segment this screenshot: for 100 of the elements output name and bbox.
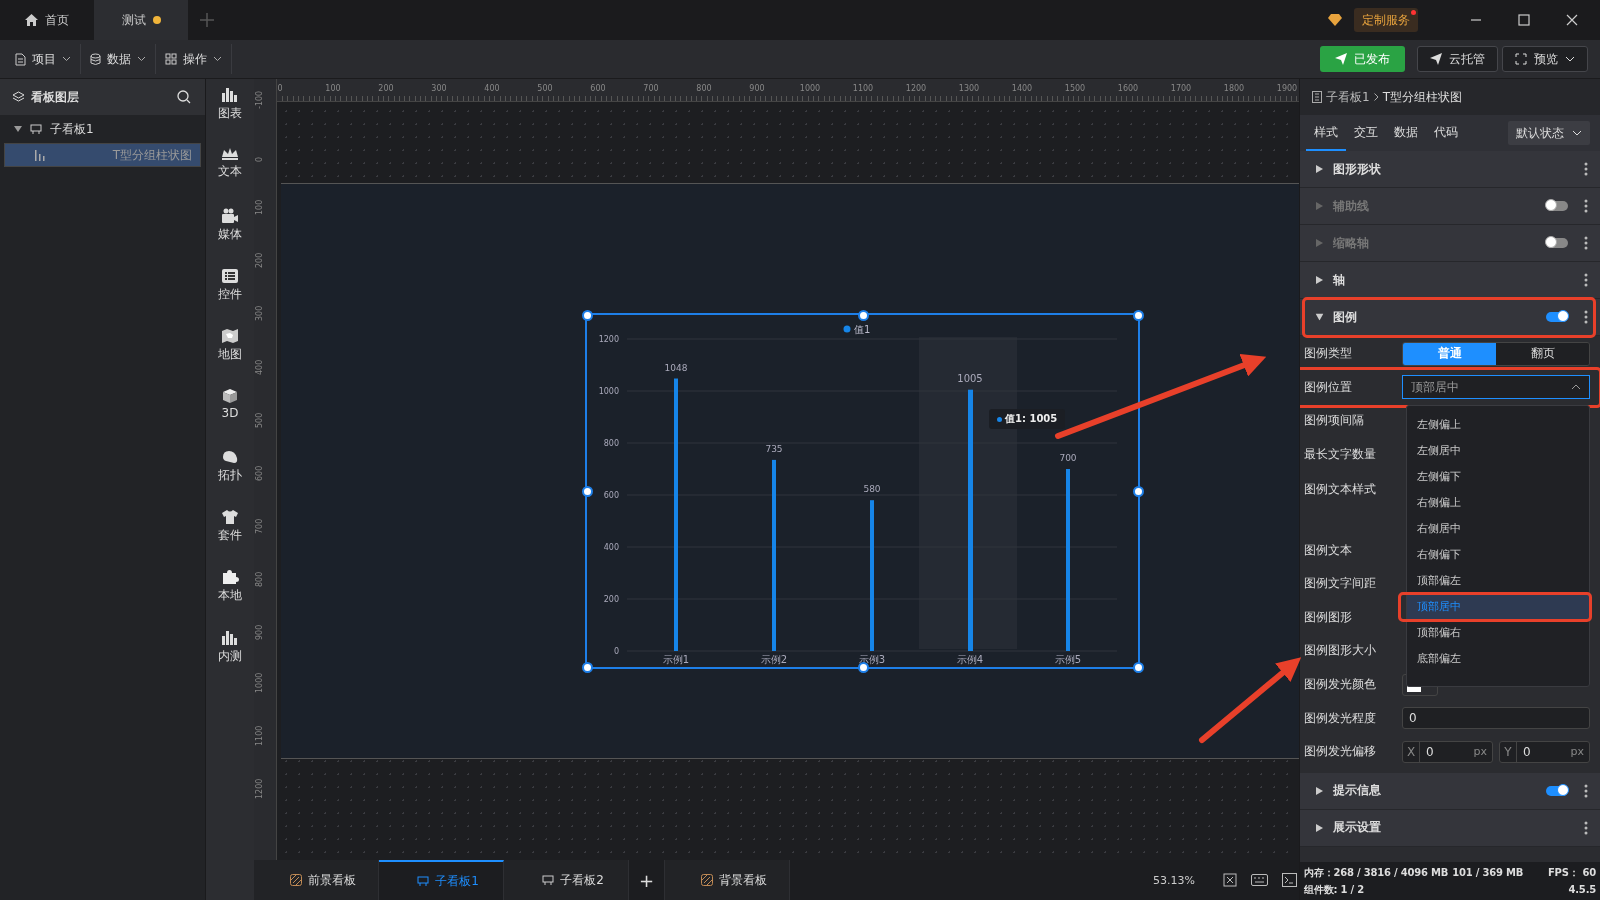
offset-y-field[interactable]: Y 0 px [1499,740,1590,763]
component-button[interactable]: 套件 [218,509,242,570]
resize-handle[interactable] [1133,662,1144,673]
property-label: 最长文字数量 [1304,446,1377,464]
dropdown-option[interactable]: 右侧偏上 [1407,490,1589,516]
component-button[interactable]: 图表 [218,87,242,148]
video-camera-icon [221,207,239,224]
data-label: 700 [1059,453,1077,463]
board-tab[interactable]: 前景看板 [254,860,379,900]
component-button[interactable]: 3D [221,388,239,449]
section-header[interactable]: 展示设置 [1300,809,1600,847]
ruler-label: 800 [255,570,264,587]
resize-handle[interactable] [1133,486,1144,497]
ruler-label: 700 [643,84,659,93]
state-select[interactable]: 默认状态 [1508,121,1590,145]
more-icon[interactable] [1584,273,1588,287]
menu-button[interactable]: 项目 [6,44,81,74]
tab[interactable]: 代码 [1426,115,1466,151]
more-icon[interactable] [1584,820,1588,835]
select-field[interactable]: 顶部居中 [1402,375,1590,400]
more-icon[interactable] [1584,162,1588,176]
section-header[interactable]: 轴 [1300,262,1600,299]
ruler-label: 900 [255,623,264,640]
dropdown-option[interactable]: 右侧偏下 [1407,542,1589,568]
preview-button[interactable]: 预览 [1502,46,1588,72]
send-icon [1430,53,1442,65]
ruler-label: 1200 [255,777,264,800]
more-icon[interactable] [1584,310,1588,324]
resize-handle[interactable] [1133,310,1144,321]
fps-value: 60 [1582,865,1596,880]
series-dot [997,416,1002,422]
component-button[interactable]: 文本 [218,147,242,208]
caret-icon [14,126,22,132]
bar-chart-icon [35,149,47,161]
menu-button[interactable]: 数据 [81,44,156,74]
breadcrumb-item: T型分组柱状图 [1382,88,1462,106]
dropdown-option[interactable]: 左侧居中 [1407,438,1589,464]
resize-handle[interactable] [857,310,869,321]
ruler-label: 200 [255,252,264,269]
dropdown-option[interactable]: 左侧偏下 [1407,464,1589,490]
section-header[interactable]: 提示信息 [1300,772,1600,810]
component-button[interactable]: 地图 [218,328,242,389]
component-button[interactable]: 本地 [218,569,242,630]
dropdown-option[interactable]: 顶部偏右 [1407,620,1589,646]
board-icon [30,123,42,135]
segment-option[interactable]: 翻页 [1496,342,1589,365]
resize-handle[interactable] [582,310,593,321]
component-button[interactable]: 拓扑 [218,448,242,510]
caret-icon [1315,313,1324,321]
cloud-host-button[interactable]: 云托管 [1417,46,1498,72]
shirt-icon [221,509,239,526]
tree-item[interactable]: 子看板1 [4,115,201,143]
section-header[interactable]: 图形形状 [1300,151,1600,188]
database-icon [90,52,101,66]
terminal-icon[interactable] [1282,873,1297,887]
menu-button[interactable]: 操作 [156,44,232,74]
axis-label: 200 [603,595,619,604]
close-icon[interactable] [1566,14,1578,26]
property-label: 图例文字间距 [1304,575,1377,593]
window-tab[interactable]: 测试 [94,0,188,40]
component-button[interactable]: 媒体 [218,207,242,268]
axis-label: 1200 [598,335,619,344]
board-tab[interactable]: 子看板1 [379,860,504,900]
more-icon[interactable] [1584,783,1588,798]
search-icon[interactable] [177,90,191,104]
number-field[interactable]: 0 [1402,707,1590,730]
caret-icon [62,56,71,62]
keyboard-icon[interactable] [1251,874,1268,886]
dropdown-option[interactable]: 左侧偏上 [1407,412,1589,438]
dropdown-option[interactable]: 顶部居中 [1407,594,1589,620]
component-button[interactable]: 控件 [218,267,242,329]
panel-title: 看板图层 [31,88,79,106]
offset-x-field[interactable]: X 0 px [1402,740,1493,763]
dropdown-option[interactable]: 右侧居中 [1407,516,1589,542]
toggle-switch[interactable] [1546,312,1568,322]
component-button[interactable]: 内测 [218,629,242,690]
resize-handle[interactable] [857,662,869,673]
maximize-icon[interactable] [1518,14,1530,26]
tab[interactable]: 数据 [1386,115,1426,151]
resize-handle[interactable] [582,662,593,673]
ruler-label: 800 [696,84,712,93]
board-tab[interactable]: 子看板2 [504,860,629,900]
toggle-switch[interactable] [1546,785,1568,796]
property-label: 图例图形 [1304,608,1353,626]
dropdown-option[interactable]: 顶部偏左 [1407,568,1589,594]
dropdown-option[interactable]: 底部偏左 [1407,646,1589,672]
tab[interactable]: 交互 [1346,115,1386,151]
legend-label: 值1 [854,324,871,335]
caret-icon [213,56,222,62]
custom-service-button[interactable]: 定制服务 [1354,8,1418,32]
board-tab[interactable]: 背景看板 [665,860,790,900]
caret-icon [1572,130,1582,136]
breadcrumb-item[interactable]: 子看板1 [1326,88,1370,106]
fit-screen-icon[interactable] [1223,873,1237,887]
category-label: 示例2 [760,654,788,665]
resize-handle[interactable] [582,486,593,497]
ruler-label: 400 [484,84,500,93]
ruler-label: 400 [255,358,264,375]
zoom-level: 53.13% [1153,873,1195,887]
ruler-label: 500 [537,84,553,93]
